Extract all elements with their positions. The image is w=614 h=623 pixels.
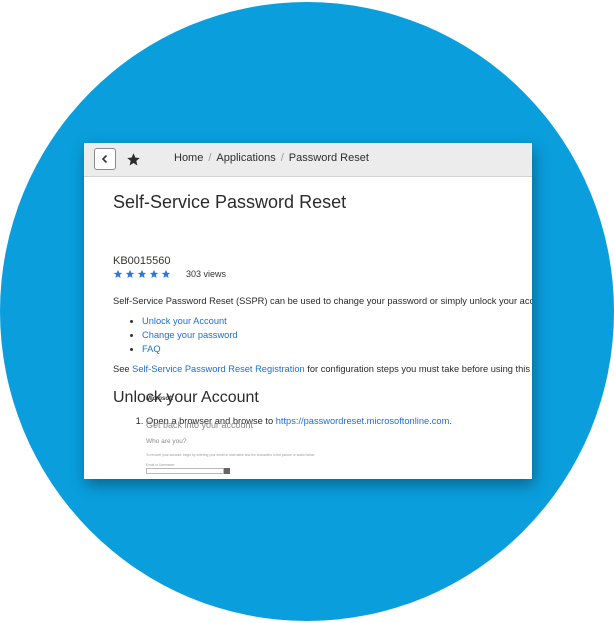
screenshot-description: To recover your account, begin by enteri…: [146, 453, 315, 457]
screenshot-field-label: Email or Username:: [146, 463, 176, 467]
step-suffix: .: [449, 416, 452, 426]
breadcrumb-separator: /: [280, 152, 284, 164]
top-toolbar: Home / Applications / Password Reset: [84, 143, 532, 177]
star-icon: [161, 269, 171, 278]
star-icon: [137, 269, 147, 278]
star-icon: [125, 269, 135, 278]
registration-note: See Self-Service Password Reset Registra…: [113, 364, 532, 374]
page-title: Self-Service Password Reset: [113, 192, 347, 212]
chevron-left-icon: [101, 154, 108, 164]
link-sspr-registration[interactable]: Self-Service Password Reset Registration: [132, 364, 305, 374]
list-item: Unlock your Account: [142, 314, 238, 328]
breadcrumb-separator: /: [208, 152, 212, 164]
intro-text: Self-Service Password Reset (SSPR) can b…: [113, 296, 532, 306]
breadcrumb-home[interactable]: Home: [174, 152, 203, 164]
embedded-screenshot: Microsoft Get back into your account Who…: [146, 396, 366, 479]
breadcrumb: Home / Applications / Password Reset: [174, 152, 369, 164]
screenshot-field-icon: [224, 468, 230, 474]
browser-window: Home / Applications / Password Reset Sel…: [84, 143, 532, 479]
screenshot-subheading: Who are you?: [146, 438, 187, 445]
rating-stars[interactable]: [113, 269, 171, 279]
list-item: Change your password: [142, 328, 238, 342]
microsoft-logo-text: Microsoft: [146, 396, 173, 402]
list-item: FAQ: [142, 342, 238, 356]
note-prefix: See: [113, 364, 133, 374]
star-icon: [113, 269, 123, 278]
star-icon: [126, 152, 140, 165]
link-unlock-account[interactable]: Unlock your Account: [142, 316, 227, 326]
view-count: 303 views: [186, 269, 227, 279]
screenshot-heading: Get back into your account: [146, 420, 254, 430]
link-change-password[interactable]: Change your password: [142, 330, 238, 340]
kb-number: KB0015560: [113, 255, 171, 267]
back-button[interactable]: [94, 148, 116, 170]
breadcrumb-applications[interactable]: Applications: [216, 152, 275, 164]
link-list: Unlock your Account Change your password…: [113, 314, 238, 356]
screenshot-email-field: [146, 468, 224, 474]
article-rating: 303 views: [113, 269, 226, 279]
star-icon: [149, 269, 159, 278]
favorite-button[interactable]: [123, 149, 143, 169]
link-faq[interactable]: FAQ: [142, 344, 161, 354]
note-suffix: for configuration steps you must take be…: [304, 364, 532, 374]
breadcrumb-password-reset[interactable]: Password Reset: [289, 152, 369, 164]
